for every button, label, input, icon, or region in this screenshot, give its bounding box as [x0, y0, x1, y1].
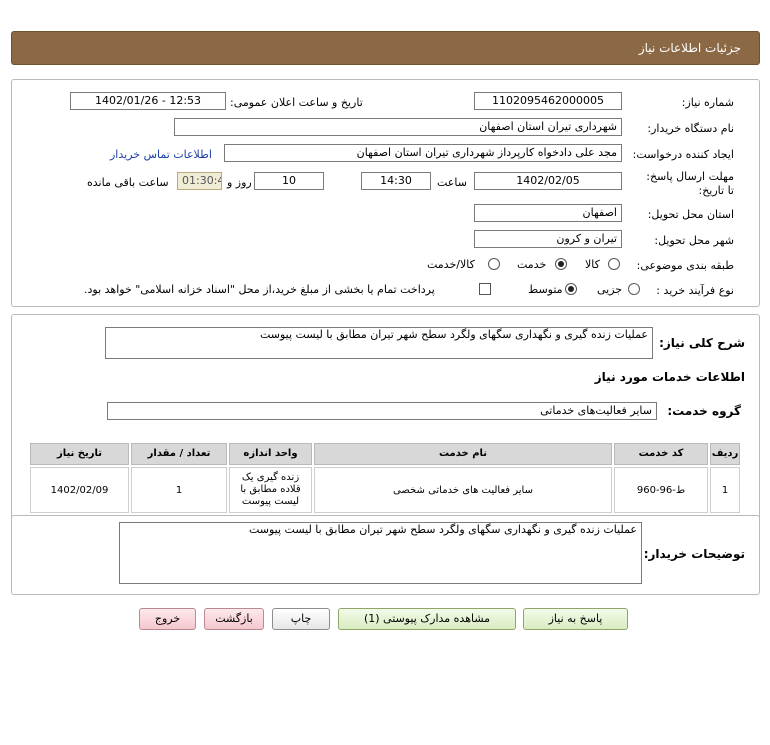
category-option-service: خدمت — [517, 258, 547, 271]
table-cell-service-name: سایر فعالیت های خدماتی شخصی — [314, 467, 612, 513]
category-radio-service[interactable] — [555, 258, 567, 270]
need-number-label: شماره نیاز: — [681, 96, 734, 109]
table-cell-service-code: ط-96-960 — [614, 467, 708, 513]
reply-button[interactable]: پاسخ به نیاز — [523, 608, 628, 630]
city-field: تیران و کرون — [474, 230, 622, 248]
category-option-goods: کالا — [585, 258, 600, 271]
deadline-date-field: 1402/02/05 — [474, 172, 622, 190]
table-header-unit: واحد اندازه گیری — [229, 443, 312, 479]
process-radio-minor[interactable] — [628, 283, 640, 295]
table-cell-unit: زنده گیری یک قلاده مطابق با لیست پیوست — [229, 467, 312, 513]
buyer-org-label: نام دستگاه خریدار: — [647, 122, 734, 135]
buyer-notes-field: عملیات زنده گیری و نگهداری سگهای ولگرد س… — [119, 522, 642, 584]
buyer-notes-panel: توضیحات خریدار: عملیات زنده گیری و نگهدا… — [11, 515, 760, 595]
process-radio-medium[interactable] — [565, 283, 577, 295]
treasury-checkbox[interactable] — [479, 283, 491, 295]
time-label: ساعت — [437, 176, 467, 189]
days-field: 10 — [254, 172, 324, 190]
table-cell-need-date: 1402/02/09 — [30, 467, 129, 513]
province-label: استان محل تحویل: — [647, 208, 734, 221]
category-label: طبقه بندی موضوعی: — [636, 259, 734, 272]
service-group-field: سایر فعالیت‌های خدماتی — [107, 402, 657, 420]
page-title: جزئیات اطلاعات نیاز — [638, 41, 741, 55]
exit-button[interactable]: خروج — [139, 608, 196, 630]
table-cell-row-number: 1 — [710, 467, 740, 513]
back-button[interactable]: بازگشت — [204, 608, 264, 630]
summary-text-field: عملیات زنده گیری و نگهداری سگهای ولگرد س… — [105, 327, 653, 359]
table-header-quantity: تعداد / مقدار — [131, 443, 227, 465]
province-field: اصفهان — [474, 204, 622, 222]
requester-label: ایجاد کننده درخواست: — [632, 148, 734, 161]
buyer-contact-link[interactable]: اطلاعات تماس خریدار — [110, 148, 212, 161]
payment-note: پرداخت تمام یا بخشی از مبلغ خرید،از محل … — [84, 283, 435, 296]
table-header-service-code: کد خدمت — [614, 443, 708, 465]
table-header-row-number: ردیف — [710, 443, 740, 465]
need-number-field: 1102095462000005 — [474, 92, 622, 110]
process-option-medium: متوسط — [528, 283, 563, 296]
header-bar: جزئیات اطلاعات نیاز — [11, 31, 760, 65]
category-option-goods-service: کالا/خدمت — [427, 258, 475, 271]
announce-field: 1402/01/26 - 12:53 — [70, 92, 226, 110]
buyer-org-field: شهرداری تیران استان اصفهان — [174, 118, 622, 136]
service-group-label: گروه خدمت: — [667, 404, 741, 418]
details-panel: شماره نیاز: 1102095462000005 تاریخ و ساع… — [11, 79, 760, 307]
buyer-notes-label: توضیحات خریدار: — [643, 547, 745, 561]
process-option-minor: جزیی — [597, 283, 623, 296]
category-radio-goods-service[interactable] — [488, 258, 500, 270]
table-header-service-name: نام خدمت — [314, 443, 612, 465]
table-cell-quantity: 1 — [131, 467, 227, 513]
days-label: روز و — [227, 176, 252, 189]
deadline-label: مهلت ارسال پاسخ: تا تاریخ: — [646, 170, 734, 197]
view-attachments-button[interactable]: مشاهده مدارک پیوستی (1) — [338, 608, 516, 630]
table-header-need-date: تاریخ نیاز — [30, 443, 129, 465]
requester-field: مجد علی دادخواه کارپرداز شهرداری تیران ا… — [224, 144, 622, 162]
category-radio-goods[interactable] — [608, 258, 620, 270]
deadline-time-field: 14:30 — [361, 172, 431, 190]
remaining-time-field: 01:30:49 — [177, 172, 222, 190]
print-button[interactable]: چاپ — [272, 608, 330, 630]
summary-label: شرح کلی نیاز: — [659, 336, 745, 350]
services-heading: اطلاعات خدمات مورد نیاز — [594, 370, 745, 384]
remaining-label: ساعت باقی مانده — [87, 176, 169, 189]
announce-label: تاریخ و ساعت اعلان عمومی: — [230, 96, 363, 109]
process-label: نوع فرآیند خرید : — [656, 284, 734, 297]
summary-panel: شرح کلی نیاز: عملیات زنده گیری و نگهداری… — [11, 314, 760, 520]
city-label: شهر محل تحویل: — [654, 234, 734, 247]
